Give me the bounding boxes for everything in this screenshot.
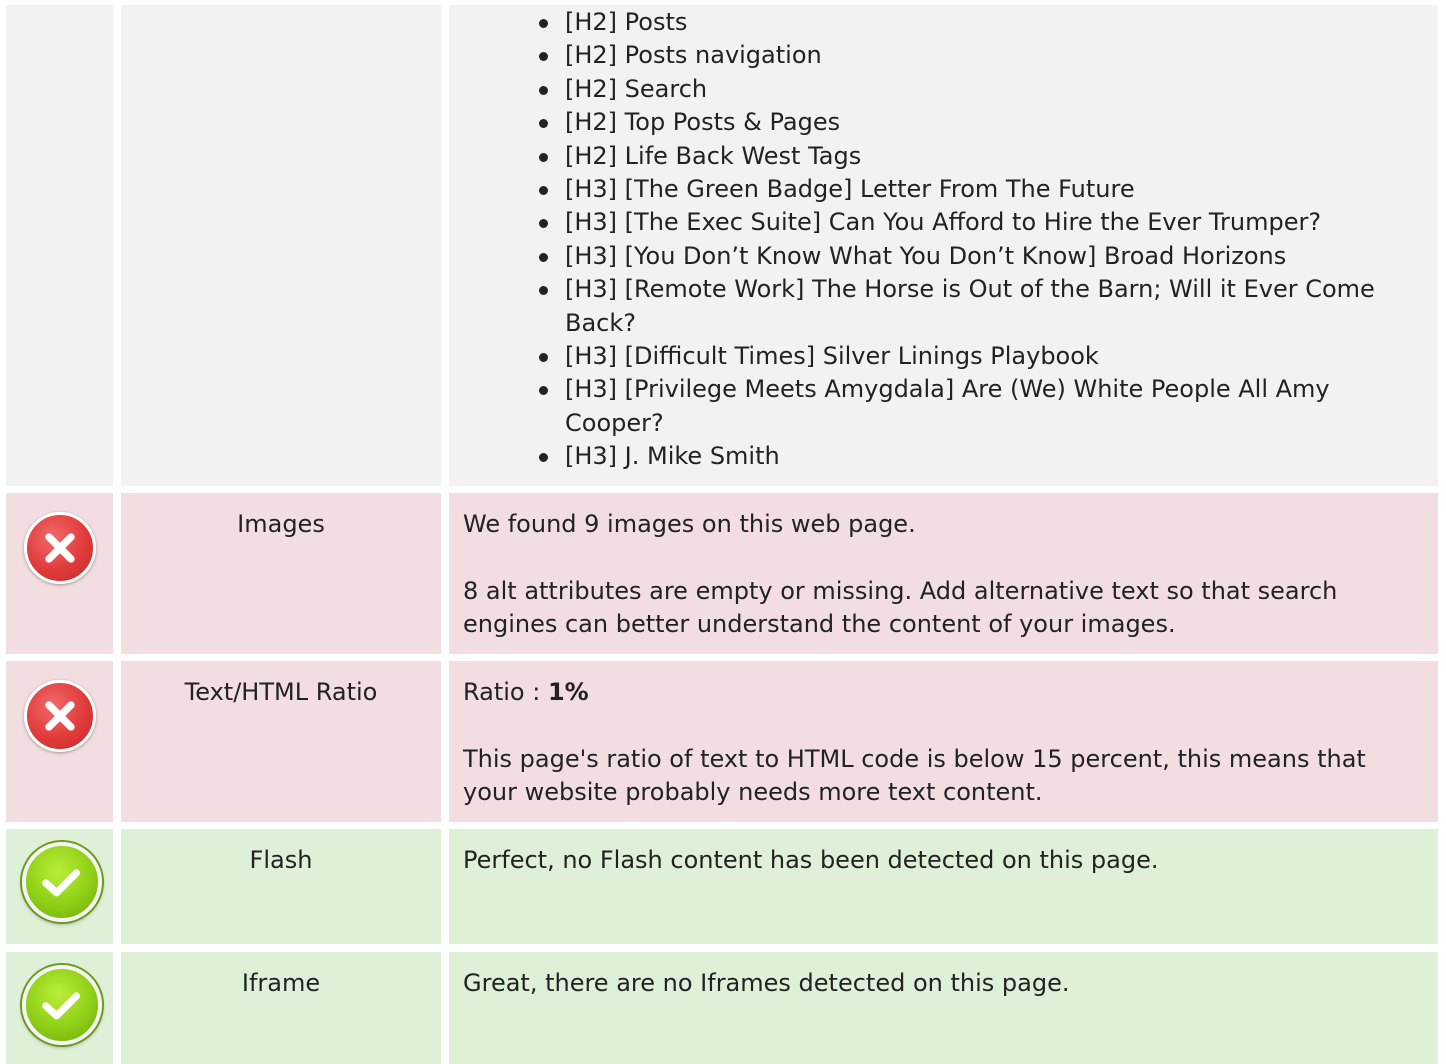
ratio-advice: This page's ratio of text to HTML code i… <box>463 745 1366 806</box>
heading-item: [H3] [The Green Badge] Letter From The F… <box>539 173 1424 206</box>
seo-report: [H2] Posts [H2] Posts navigation [H2] Se… <box>0 0 1446 1064</box>
iframe-summary: Great, there are no Iframes detected on … <box>463 969 1070 997</box>
flash-row: Flash Perfect, no Flash content has been… <box>0 829 1446 944</box>
heading-item: [H3] [You Don’t Know What You Don’t Know… <box>539 240 1424 273</box>
heading-item: [H2] Life Back West Tags <box>539 140 1424 173</box>
images-title: Images <box>121 493 441 654</box>
heading-item: [H2] Top Posts & Pages <box>539 106 1424 139</box>
checkmark-icon <box>22 965 102 1045</box>
heading-item: [H2] Posts navigation <box>539 39 1424 72</box>
heading-item: [H3] [Difficult Times] Silver Linings Pl… <box>539 340 1424 373</box>
checkmark-icon <box>22 842 102 922</box>
iframe-icon-cell <box>6 952 113 1064</box>
headings-name-cell <box>121 5 441 486</box>
images-icon-cell <box>6 493 113 654</box>
iframe-description: Great, there are no Iframes detected on … <box>449 952 1438 1064</box>
ratio-description: Ratio : 1% This page's ratio of text to … <box>449 661 1438 822</box>
headings-desc-cell: [H2] Posts [H2] Posts navigation [H2] Se… <box>449 5 1438 486</box>
ratio-row: Text/HTML Ratio Ratio : 1% This page's r… <box>0 661 1446 822</box>
heading-item: [H2] Search <box>539 73 1424 106</box>
ratio-label: Ratio : <box>463 678 548 706</box>
images-row: Images We found 9 images on this web pag… <box>0 493 1446 654</box>
iframe-row: Iframe Great, there are no Iframes detec… <box>0 952 1446 1064</box>
headings-icon-cell <box>6 5 113 486</box>
flash-title: Flash <box>121 829 441 944</box>
heading-item: [H2] Posts <box>539 6 1424 39</box>
images-advice: 8 alt attributes are empty or missing. A… <box>463 577 1338 638</box>
heading-item: [H3] J. Mike Smith <box>539 440 1424 473</box>
flash-summary: Perfect, no Flash content has been detec… <box>463 846 1159 874</box>
iframe-title: Iframe <box>121 952 441 1064</box>
ratio-summary: Ratio : 1% <box>463 676 1424 709</box>
flash-icon-cell <box>6 829 113 944</box>
error-x-icon <box>24 512 96 584</box>
ratio-icon-cell <box>6 661 113 822</box>
heading-item: [H3] [Privilege Meets Amygdala] Are (We)… <box>539 373 1424 440</box>
heading-list: [H2] Posts [H2] Posts navigation [H2] Se… <box>463 6 1424 474</box>
ratio-title: Text/HTML Ratio <box>121 661 441 822</box>
heading-item: [H3] [Remote Work] The Horse is Out of t… <box>539 273 1424 340</box>
error-x-icon <box>24 680 96 752</box>
heading-item: [H3] [The Exec Suite] Can You Afford to … <box>539 206 1424 239</box>
flash-description: Perfect, no Flash content has been detec… <box>449 829 1438 944</box>
ratio-value: 1% <box>547 678 589 706</box>
headings-row: [H2] Posts [H2] Posts navigation [H2] Se… <box>0 5 1446 486</box>
images-summary: We found 9 images on this web page. <box>463 510 916 538</box>
images-description: We found 9 images on this web page. 8 al… <box>449 493 1438 654</box>
